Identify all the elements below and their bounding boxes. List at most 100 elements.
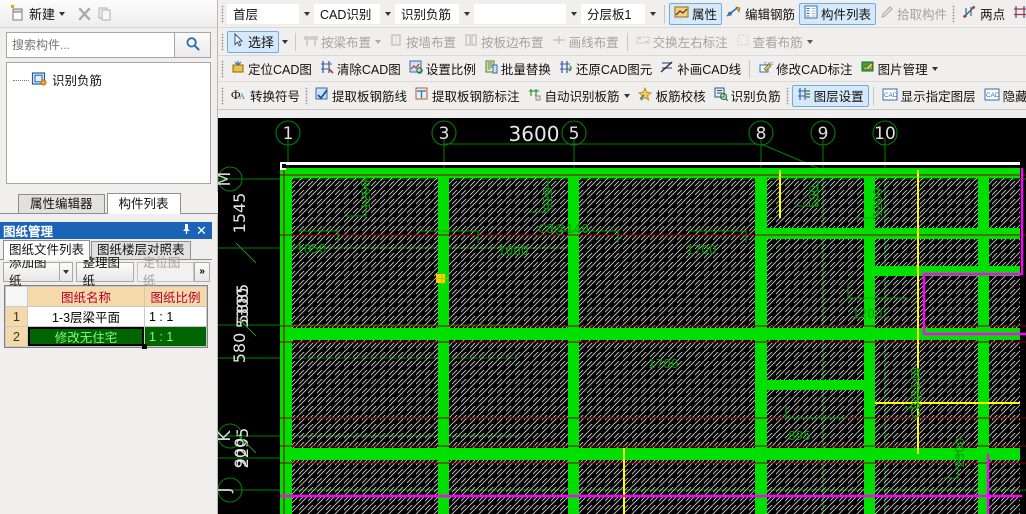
- swap-annotation-button: 交换左右标注: [632, 31, 732, 53]
- chevron-down-icon[interactable]: [931, 66, 938, 71]
- chevron-down-icon[interactable]: [282, 39, 289, 44]
- chevron-down-icon[interactable]: [59, 11, 66, 16]
- toolbar-separator: [872, 86, 874, 105]
- toolbar-grip[interactable]: [305, 86, 309, 105]
- ribbon-row-cad-tools: 定位CAD图 清除CAD图 设置比例 批量替换 还原CAD图元 补画CAD线 C…: [218, 56, 1026, 82]
- clear-cad-label: 清除CAD图: [336, 63, 401, 77]
- restore-cad-button[interactable]: 还原CAD图元: [555, 58, 656, 80]
- overflow-label: »: [199, 266, 205, 277]
- draw-cad-line-button[interactable]: 补画CAD线: [656, 58, 745, 80]
- drawing-toolbar-overflow-button[interactable]: »: [194, 262, 210, 282]
- locate-cad-button[interactable]: 定位CAD图: [227, 58, 316, 80]
- floor-combo-arrow[interactable]: [299, 5, 314, 23]
- function-combo-arrow[interactable]: [459, 5, 474, 23]
- show-layer-button[interactable]: CAD 显示指定图层: [878, 85, 980, 107]
- parallel-button[interactable]: 平行: [1009, 3, 1026, 25]
- view-rebar-label: 查看布筋: [752, 36, 803, 50]
- select-dropdown[interactable]: [279, 31, 291, 53]
- table-row[interactable]: 2 修改无住宅 1 : 1: [5, 326, 207, 349]
- extract-slab-rebar-line-button[interactable]: 提取板钢筋线: [311, 85, 411, 107]
- toolbar-grip[interactable]: [952, 4, 956, 23]
- search-input[interactable]: [6, 32, 175, 58]
- chevron-down-icon[interactable]: [375, 39, 382, 44]
- tab-property-editor[interactable]: 属性编辑器: [18, 194, 105, 213]
- cursor-select-icon: [232, 32, 245, 50]
- set-scale-icon: [409, 60, 423, 77]
- floor-combo[interactable]: 首层: [227, 3, 299, 24]
- chevron-down-icon[interactable]: [623, 93, 630, 98]
- toolbar-separator: [626, 32, 628, 51]
- edit-cad-dim-button[interactable]: CAD 修改CAD标注: [754, 58, 856, 80]
- select-button[interactable]: 选择: [227, 30, 280, 53]
- drawing-grid[interactable]: 图纸名称 图纸比例 1 1-3层梁平面 1 : 1 2 修改无住宅 1: 1: [4, 285, 208, 349]
- empty-combo[interactable]: [474, 3, 566, 24]
- row-drawing-scale[interactable]: 1 : 1: [144, 306, 207, 327]
- check-slab-rebar-button[interactable]: 板筋校核: [634, 85, 710, 107]
- axis-label: 3: [439, 124, 450, 144]
- annotation: 1200: [871, 187, 885, 218]
- set-scale-button[interactable]: 设置比例: [405, 58, 480, 80]
- component-tree[interactable]: 识别负筋: [6, 62, 211, 184]
- annotation: 895: [788, 429, 811, 443]
- place-by-beam-icon: [304, 33, 318, 50]
- hide-layer-button[interactable]: CAD 隐藏指: [980, 85, 1026, 107]
- delete-x-icon[interactable]: [75, 5, 95, 23]
- convert-symbol-button[interactable]: ΦA 转换符号: [227, 85, 304, 107]
- tab-drawing-file-list-label: 图纸文件列表: [9, 243, 85, 257]
- search-button[interactable]: [175, 32, 211, 58]
- empty-combo-arrow[interactable]: [566, 5, 581, 23]
- tab-drawing-file-list[interactable]: 图纸文件列表: [3, 240, 91, 260]
- row-drawing-name[interactable]: 修改无住宅: [27, 326, 147, 349]
- locate-cad-icon: [231, 60, 245, 77]
- row-drawing-name[interactable]: 1-3层梁平面: [27, 306, 145, 327]
- layer-settings-button[interactable]: 图层设置: [791, 84, 869, 107]
- recognize-negative-rebar-button[interactable]: 识别负筋: [710, 85, 785, 107]
- edit-rebar-button[interactable]: 编辑钢筋: [722, 3, 799, 25]
- grid-header-scale[interactable]: 图纸比例: [144, 286, 207, 307]
- auto-recognize-slab-rebar-button[interactable]: 自动识别板筋: [524, 85, 634, 107]
- svg-text:A: A: [239, 92, 245, 101]
- swap-annotation-label: 交换左右标注: [652, 36, 728, 50]
- cad-drawing-svg[interactable]: 1 3 5 8 9 10 M K J 3600 1545 5885 580 53…: [218, 118, 1026, 514]
- edit-rebar-icon: [726, 5, 742, 22]
- layer-combo[interactable]: 分层板1: [581, 3, 645, 24]
- toolbar-grip[interactable]: [221, 4, 224, 23]
- view-rebar-button: 查看布筋: [732, 31, 817, 53]
- tab-component-list[interactable]: 构件列表: [106, 193, 181, 214]
- pin-icon[interactable]: [179, 223, 194, 238]
- place-by-slab-edge-icon: [464, 33, 478, 50]
- module-combo-arrow[interactable]: [380, 5, 395, 23]
- cad-drawing-canvas[interactable]: 1 3 5 8 9 10 M K J 3600 1545 5885 580 53…: [218, 118, 1026, 514]
- layer-combo-value: 分层板1: [587, 8, 632, 22]
- image-manager-button[interactable]: 图片管理: [857, 58, 942, 80]
- organize-drawing-button[interactable]: 整理图纸: [76, 256, 134, 288]
- layer-combo-arrow[interactable]: [645, 5, 660, 23]
- extract-slab-rebar-dim-button[interactable]: 提取板钢筋标注: [411, 85, 524, 107]
- two-point-button[interactable]: 两点: [958, 3, 1009, 25]
- close-icon[interactable]: ✕: [194, 223, 209, 239]
- toolbar-grip[interactable]: [221, 59, 224, 78]
- add-drawing-dropdown[interactable]: [60, 262, 74, 282]
- clear-cad-button[interactable]: 清除CAD图: [316, 58, 405, 80]
- toolbar-grip[interactable]: [221, 32, 224, 51]
- batch-replace-button[interactable]: 批量替换: [480, 58, 555, 80]
- show-layer-label: 显示指定图层: [900, 90, 976, 104]
- add-drawing-button[interactable]: 添加图纸: [3, 256, 61, 288]
- toolbar-grip[interactable]: [785, 86, 789, 105]
- new-component-button[interactable]: 新建: [6, 3, 67, 25]
- module-combo[interactable]: CAD识别: [314, 3, 380, 24]
- copy-icon[interactable]: [95, 5, 115, 23]
- two-point-icon: [962, 5, 977, 22]
- cell-resize-handle[interactable]: [142, 344, 147, 349]
- row-drawing-scale[interactable]: 1 : 1: [144, 326, 207, 347]
- select-label: 选择: [248, 35, 275, 50]
- chevron-down-icon[interactable]: [806, 39, 813, 44]
- toolbar-grip[interactable]: [221, 86, 224, 105]
- function-combo[interactable]: 识别负筋: [395, 3, 459, 24]
- table-row[interactable]: 1 1-3层梁平面 1 : 1: [5, 306, 207, 327]
- tree-item-recognize-negative-rebar[interactable]: 识别负筋: [7, 69, 210, 89]
- component-list-button[interactable]: 构件列表: [799, 2, 877, 25]
- annotation: 2300: [953, 437, 967, 468]
- properties-button[interactable]: 属性: [669, 2, 723, 25]
- place-by-wall-icon: [389, 33, 403, 50]
